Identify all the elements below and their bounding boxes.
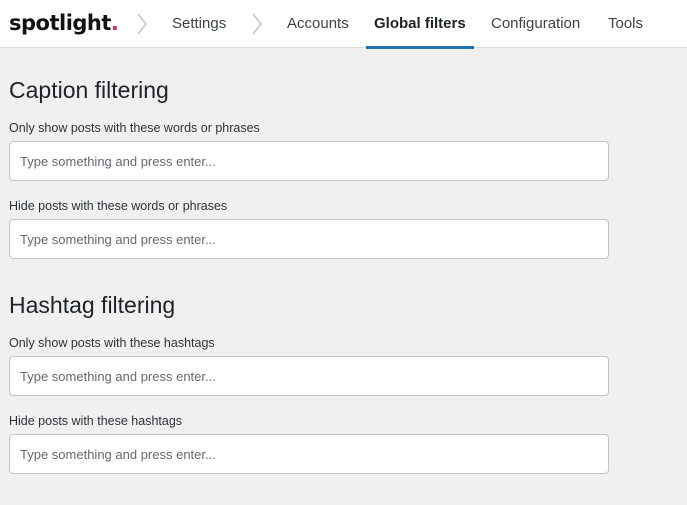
tab-accounts[interactable]: Accounts — [287, 0, 349, 48]
logo-dot: . — [110, 11, 119, 35]
hashtag-include-label: Only show posts with these hashtags — [9, 336, 215, 350]
caption-filtering-title: Caption filtering — [9, 77, 169, 103]
hashtag-exclude-label: Hide posts with these hashtags — [9, 414, 183, 428]
hashtag-include-input[interactable] — [9, 356, 609, 396]
logo-text: spotlight — [9, 11, 111, 35]
breadcrumb-settings[interactable]: Settings — [172, 0, 226, 48]
tab-global-filters[interactable]: Global filters — [366, 0, 474, 49]
caption-exclude-label: Hide posts with these words or phrases — [9, 199, 228, 213]
top-navigation-bar: spotlight. Settings Accounts Global filt… — [0, 0, 687, 49]
tab-tools[interactable]: Tools — [608, 0, 643, 48]
caption-exclude-input[interactable] — [9, 219, 609, 259]
hashtag-exclude-input[interactable] — [9, 434, 609, 474]
caption-include-label: Only show posts with these words or phra… — [9, 121, 260, 135]
tab-configuration[interactable]: Configuration — [491, 0, 580, 48]
chevron-right-icon — [252, 13, 262, 35]
hashtag-filtering-title: Hashtag filtering — [9, 292, 176, 318]
caption-include-input[interactable] — [9, 141, 609, 181]
spotlight-logo[interactable]: spotlight. — [9, 9, 119, 37]
chevron-right-icon — [137, 13, 147, 35]
